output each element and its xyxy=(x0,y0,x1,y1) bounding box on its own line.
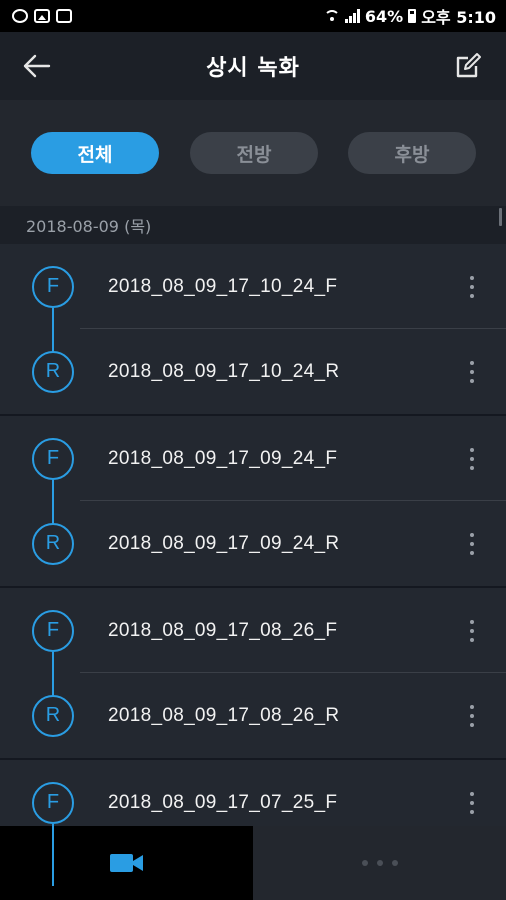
more-options-icon[interactable] xyxy=(462,358,482,386)
bottom-nav xyxy=(0,826,506,900)
more-options-icon[interactable] xyxy=(462,702,482,730)
recording-group: F 2018_08_09_17_08_26_F R 2018_08_09_17_… xyxy=(0,588,506,760)
file-name: 2018_08_09_17_10_24_R xyxy=(108,360,340,382)
date-section-header: 2018-08-09 (목) xyxy=(0,206,506,244)
file-name: 2018_08_09_17_08_26_F xyxy=(108,619,338,641)
file-name: 2018_08_09_17_08_26_R xyxy=(108,704,340,726)
front-badge: F xyxy=(32,437,74,480)
list-item[interactable]: R 2018_08_09_17_09_24_R xyxy=(0,501,506,586)
phone-icon xyxy=(56,9,72,23)
battery-percent: 64% xyxy=(364,6,404,26)
app-header: 상시 녹화 xyxy=(0,32,506,100)
filter-rear-button[interactable]: 후방 xyxy=(348,132,476,174)
date-label: 2018-08-09 (목) xyxy=(26,217,152,236)
battery-icon xyxy=(408,9,417,23)
rear-badge: R xyxy=(32,350,74,393)
tab-recordings[interactable] xyxy=(0,826,253,900)
sync-icon xyxy=(12,9,28,23)
front-badge: F xyxy=(32,609,74,652)
clock: 오후 5:10 xyxy=(421,8,496,27)
recording-group: F 2018_08_09_17_09_24_F R 2018_08_09_17_… xyxy=(0,416,506,588)
list-item[interactable]: R 2018_08_09_17_08_26_R xyxy=(0,673,506,758)
filter-all-button[interactable]: 전체 xyxy=(31,132,159,174)
back-arrow-icon[interactable] xyxy=(22,52,52,80)
signal-icon xyxy=(344,9,360,23)
more-options-icon[interactable] xyxy=(462,445,482,473)
list-item[interactable]: F 2018_08_09_17_08_26_F xyxy=(0,588,506,673)
file-name: 2018_08_09_17_07_25_F xyxy=(108,791,338,813)
more-options-icon[interactable] xyxy=(462,789,482,817)
wifi-icon xyxy=(323,10,340,22)
rear-badge: R xyxy=(32,522,74,565)
edit-icon[interactable] xyxy=(454,52,482,80)
more-dots-icon xyxy=(361,860,398,866)
list-item[interactable]: F 2018_08_09_17_10_24_F xyxy=(0,244,506,329)
front-badge: F xyxy=(32,781,74,824)
more-options-icon[interactable] xyxy=(462,617,482,645)
image-icon xyxy=(34,9,50,23)
more-options-icon[interactable] xyxy=(462,530,482,558)
file-name: 2018_08_09_17_10_24_F xyxy=(108,275,338,297)
file-name: 2018_08_09_17_09_24_F xyxy=(108,447,338,469)
recording-group: F 2018_08_09_17_10_24_F R 2018_08_09_17_… xyxy=(0,244,506,416)
file-name: 2018_08_09_17_09_24_R xyxy=(108,532,340,554)
pair-connector xyxy=(52,824,54,886)
page-title: 상시 녹화 xyxy=(206,56,300,81)
rear-badge: R xyxy=(32,694,74,737)
more-options-icon[interactable] xyxy=(462,273,482,301)
scrollbar[interactable] xyxy=(499,208,502,226)
list-item[interactable]: F 2018_08_09_17_09_24_F xyxy=(0,416,506,501)
tab-more[interactable] xyxy=(253,826,506,900)
filter-bar: 전체 전방 후방 xyxy=(0,100,506,206)
list-item[interactable]: R 2018_08_09_17_10_24_R xyxy=(0,329,506,414)
front-badge: F xyxy=(32,265,74,308)
filter-front-button[interactable]: 전방 xyxy=(190,132,318,174)
status-bar: 64% 오후 5:10 xyxy=(0,0,506,32)
recording-list: F 2018_08_09_17_10_24_F R 2018_08_09_17_… xyxy=(0,244,506,886)
video-camera-icon xyxy=(109,854,143,872)
